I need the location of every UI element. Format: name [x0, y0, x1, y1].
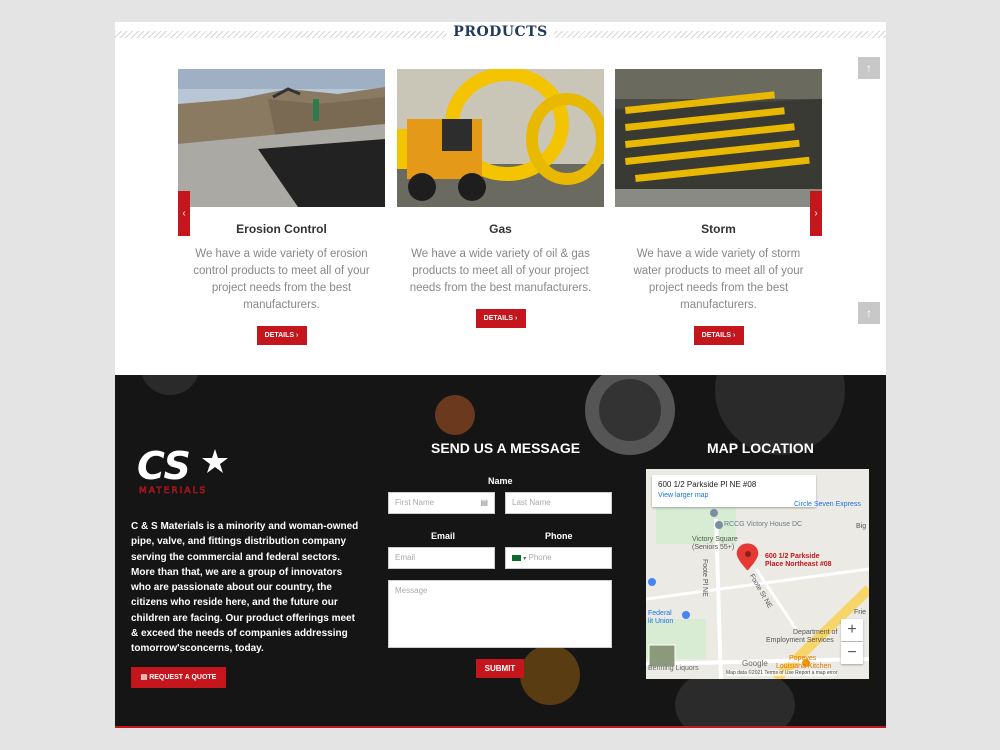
svg-text:CS: CS	[137, 445, 191, 488]
zoom-in-button[interactable]: +	[841, 619, 863, 641]
map-place: lit Union	[648, 618, 674, 625]
product-title: Gas	[489, 222, 512, 236]
map-place: Employment Services	[766, 637, 834, 644]
product-description: We have a wide variety of storm water pr…	[633, 248, 804, 311]
last-name-field[interactable]: Last Name	[505, 492, 612, 514]
map-place: Big	[856, 523, 867, 530]
map-attribution: Map data ©2021 Terms of Use Report a map…	[726, 670, 838, 676]
product-card-gas: Gas We have a wide variety of oil & gas …	[397, 69, 604, 328]
message-placeholder: Message	[395, 586, 428, 595]
google-logo: Google	[742, 659, 768, 668]
product-description: We have a wide variety of erosion contro…	[193, 248, 370, 311]
map-street: Foote Pl NE	[701, 559, 708, 597]
email-placeholder: Email	[395, 553, 416, 562]
erosion-control-image	[178, 69, 385, 207]
submit-button[interactable]: SUBMIT	[476, 659, 524, 678]
phone-label: Phone	[545, 531, 573, 541]
carousel-prev-button[interactable]: ‹	[178, 191, 190, 236]
scroll-top-button[interactable]: ↑	[858, 57, 880, 79]
gas-image	[397, 69, 604, 207]
map-place: Popeyes	[789, 655, 817, 662]
details-button[interactable]: DETAILS ›	[693, 326, 744, 345]
quote-label: REQUEST A QUOTE	[149, 674, 217, 681]
message-field[interactable]: Message	[388, 580, 612, 648]
texture-drain	[585, 375, 675, 455]
map-place: (Seniors 55+)	[692, 544, 735, 551]
phone-placeholder: Phone	[528, 553, 552, 562]
chevron-down-icon[interactable]: ▾	[523, 556, 526, 562]
request-quote-button[interactable]: ▤ REQUEST A QUOTE	[131, 667, 226, 688]
svg-text:MATERIALS: MATERIALS	[139, 486, 207, 496]
cs-materials-logo: CS MATERIALS	[137, 444, 232, 497]
product-title: Erosion Control	[236, 222, 327, 236]
map-embed[interactable]: 600 1/2 Parkside Pl NE #08 View larger m…	[646, 469, 869, 679]
chevron-left-icon: ‹	[182, 208, 186, 219]
details-label: DETAILS	[701, 332, 732, 339]
last-name-placeholder: Last Name	[512, 498, 551, 507]
texture-fitting	[435, 395, 475, 435]
carousel-next-button[interactable]: ›	[810, 191, 822, 236]
products-title: PRODUCTS	[115, 24, 886, 40]
map-address: 600 1/2 Parkside Pl NE #08	[658, 480, 757, 489]
map-title: MAP LOCATION	[707, 440, 814, 456]
email-label: Email	[431, 531, 456, 541]
zoom-out-button[interactable]: −	[841, 642, 863, 664]
arrow-up-icon: ↑	[866, 306, 872, 320]
first-name-field[interactable]: First Name ▤	[388, 492, 495, 514]
form-title: SEND US A MESSAGE	[431, 440, 581, 456]
map-place: Federal	[648, 610, 672, 617]
product-card-erosion: Erosion Control We have a wide variety o…	[178, 69, 385, 345]
pin-label: Place Northeast #08	[765, 561, 832, 568]
details-button[interactable]: DETAILS ›	[256, 326, 307, 345]
map-place: Department of	[793, 629, 838, 636]
details-label: DETAILS	[264, 332, 295, 339]
scroll-top-button-2[interactable]: ↑	[858, 302, 880, 324]
about-text: C & S Materials is a minority and woman-…	[131, 521, 359, 655]
map-place: Louisiana Kitchen	[776, 663, 832, 670]
flag-icon[interactable]	[512, 554, 521, 561]
chevron-right-icon: ›	[814, 208, 818, 219]
arrow-up-icon: ↑	[866, 61, 872, 75]
texture-bolt	[140, 375, 200, 395]
map-place: Frie	[854, 609, 867, 616]
product-description: We have a wide variety of oil & gas prod…	[409, 248, 592, 294]
map-info-card: 600 1/2 Parkside Pl NE #08 View larger m…	[652, 475, 816, 507]
map-place: Circle Seven Express	[794, 501, 861, 508]
product-card-storm: Storm We have a wide variety of storm wa…	[615, 69, 822, 345]
page: PRODUCTS Erosion Control We have a wide …	[115, 22, 886, 728]
phone-field[interactable]: ▾ Phone	[505, 547, 612, 569]
texture-valve	[520, 645, 580, 705]
map-place: Victory Square	[692, 536, 738, 543]
details-button[interactable]: DETAILS ›	[475, 309, 526, 328]
map-place: RCCG Victory House DC	[724, 521, 803, 528]
document-icon: ▤	[140, 674, 148, 681]
first-name-placeholder: First Name	[395, 498, 435, 507]
name-label: Name	[488, 476, 513, 486]
map-place: Benning Liquors	[648, 665, 699, 672]
contact-card-icon: ▤	[480, 498, 488, 507]
details-label: DETAILS	[483, 315, 514, 322]
footer: CS MATERIALS C & S Materials is a minori…	[115, 375, 886, 728]
product-title: Storm	[701, 222, 736, 236]
storm-image	[615, 69, 822, 207]
email-field[interactable]: Email	[388, 547, 495, 569]
products-header: PRODUCTS	[115, 22, 886, 48]
view-larger-map-link[interactable]: View larger map	[658, 492, 810, 499]
pin-label: 600 1/2 Parkside	[765, 553, 820, 560]
